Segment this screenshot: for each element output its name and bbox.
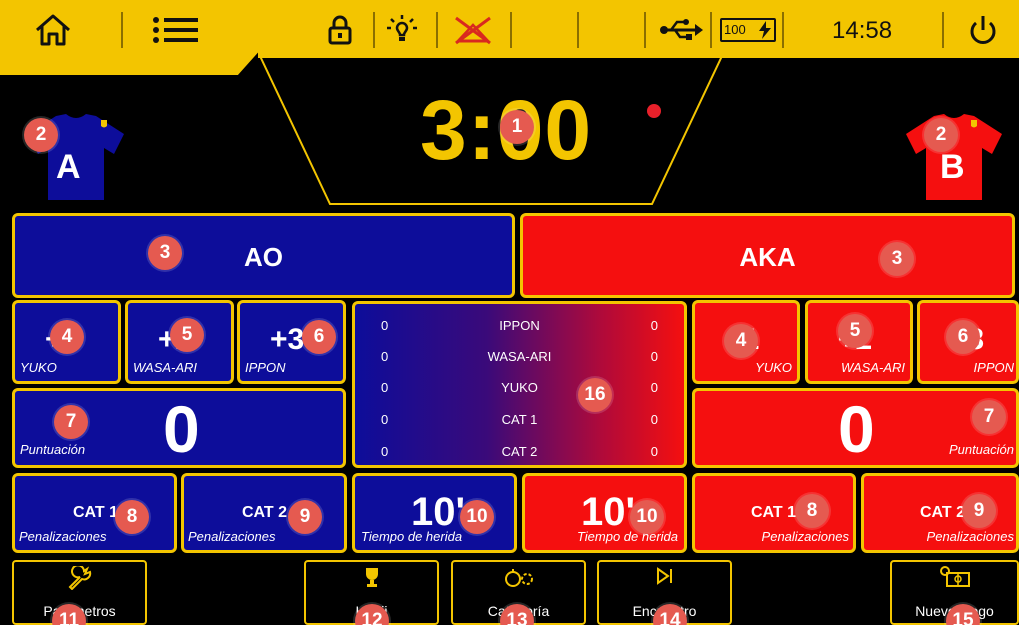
trophy-icon (306, 566, 437, 588)
badge-6: 6 (946, 320, 980, 354)
running-indicator (647, 104, 661, 118)
aka-score: 0 (838, 392, 875, 466)
badge-16: 16 (578, 378, 612, 412)
badge-4: 4 (50, 320, 84, 354)
separator (121, 12, 123, 48)
shirt-a-letter: A (56, 148, 81, 186)
ao-cat1-button[interactable]: CAT 1 Penalizaciones (12, 473, 177, 553)
aka-cat1-button[interactable]: CAT 1 Penalizaciones (692, 473, 856, 553)
ao-cat2-sub: Penalizaciones (188, 529, 276, 544)
battery-level: 100 (724, 22, 746, 37)
separator (644, 12, 646, 48)
battery-icon: 100 (720, 18, 776, 42)
power-icon[interactable] (964, 14, 1002, 46)
aka-cat2-label: CAT 2 (920, 504, 966, 521)
separator (510, 12, 512, 48)
stat-row-yuko: 0 YUKO 0 (355, 380, 684, 400)
separator (577, 12, 579, 48)
timer-display[interactable]: 3:00 (420, 82, 660, 179)
stat-label: CAT 2 (501, 444, 538, 459)
clock: 14:58 (832, 17, 893, 44)
badge-1: 1 (500, 110, 534, 144)
badge-2: 2 (24, 118, 58, 152)
badge-8: 8 (795, 494, 829, 528)
team-aka-bar[interactable]: AKA (520, 213, 1015, 298)
stat-right-value: 0 (650, 380, 658, 395)
badge-3: 3 (880, 242, 914, 276)
stat-right-value: 0 (650, 349, 658, 364)
brightness-icon[interactable] (385, 14, 419, 46)
ao-cat2-button[interactable]: CAT 2 Penalizaciones (181, 473, 347, 553)
badge-10: 10 (630, 500, 664, 534)
badge-7: 7 (54, 405, 88, 439)
badge-5: 5 (838, 314, 872, 348)
shirt-b-letter: B (940, 148, 965, 186)
stopwatch-settings-icon (453, 566, 584, 588)
aka-cat1-label: CAT 1 (751, 504, 797, 521)
aka-cat2-sub: Penalizaciones (926, 529, 1014, 544)
stats-panel: 0 IPPON 0 0 WASA-ARI 0 0 YUKO 0 0 CAT 1 … (352, 301, 687, 468)
badge-4: 4 (724, 324, 758, 358)
stat-right-value: 0 (650, 444, 658, 459)
aka-injury-label: Tiempo de herida (576, 529, 678, 544)
stat-label: WASA-ARI (487, 349, 552, 364)
separator (436, 12, 438, 48)
separator (942, 12, 944, 48)
badge-7: 7 (972, 400, 1006, 434)
stat-row-wasaari: 0 WASA-ARI 0 (355, 349, 684, 369)
team-ao-bar[interactable]: AO (12, 213, 515, 298)
menu-icon[interactable] (148, 14, 202, 46)
lock-icon[interactable] (326, 14, 354, 46)
badge-9: 9 (962, 494, 996, 528)
badge-3: 3 (148, 236, 182, 270)
stat-right-value: 0 (650, 318, 658, 333)
stat-row-cat2: 0 CAT 2 0 (355, 444, 684, 464)
ao-score-label: Puntuación (20, 442, 86, 457)
ao-cat1-label: CAT 1 (73, 504, 119, 521)
ao-injury-label: Tiempo de herida (361, 529, 463, 544)
ao-ippon-label: IPPON (245, 360, 286, 375)
aka-score-panel[interactable]: 0 Puntuación (692, 388, 1019, 468)
badge-10: 10 (460, 500, 494, 534)
separator (782, 12, 784, 48)
aka-cat1-sub: Penalizaciones (761, 529, 849, 544)
field-icon (892, 566, 1017, 588)
stat-row-ippon: 0 IPPON 0 (355, 318, 684, 338)
badge-8: 8 (115, 500, 149, 534)
team-aka-name: AKA (739, 242, 796, 272)
aka-score-label: Puntuación (948, 442, 1014, 457)
ao-yuko-label: YUKO (20, 360, 57, 375)
usb-icon (657, 14, 705, 46)
aka-wasaari-label: WASA-ARI (840, 360, 905, 375)
aka-yuko-label: YUKO (755, 360, 792, 375)
team-ao-name: AO (244, 242, 283, 272)
ao-cat1-sub: Penalizaciones (19, 529, 107, 544)
separator (373, 12, 375, 48)
stat-row-cat1: 0 CAT 1 0 (355, 412, 684, 432)
ao-ippon-value: +3 (270, 323, 305, 356)
ao-wasaari-label: WASA-ARI (133, 360, 198, 375)
badge-5: 5 (170, 318, 204, 352)
stat-right-value: 0 (650, 412, 658, 427)
stat-label: IPPON (499, 318, 540, 333)
ao-cat2-label: CAT 2 (242, 504, 288, 521)
separator (710, 12, 712, 48)
aka-ippon-label: IPPON (973, 360, 1014, 375)
badge-9: 9 (288, 500, 322, 534)
ao-score: 0 (163, 392, 200, 466)
badge-6: 6 (302, 320, 336, 354)
skip-next-icon (599, 566, 730, 586)
home-icon[interactable] (30, 14, 76, 46)
wrench-icon (14, 566, 145, 590)
stat-label: CAT 1 (501, 412, 538, 427)
stat-label: YUKO (501, 380, 538, 395)
badge-2: 2 (924, 118, 958, 152)
no-display-icon[interactable] (448, 14, 498, 46)
